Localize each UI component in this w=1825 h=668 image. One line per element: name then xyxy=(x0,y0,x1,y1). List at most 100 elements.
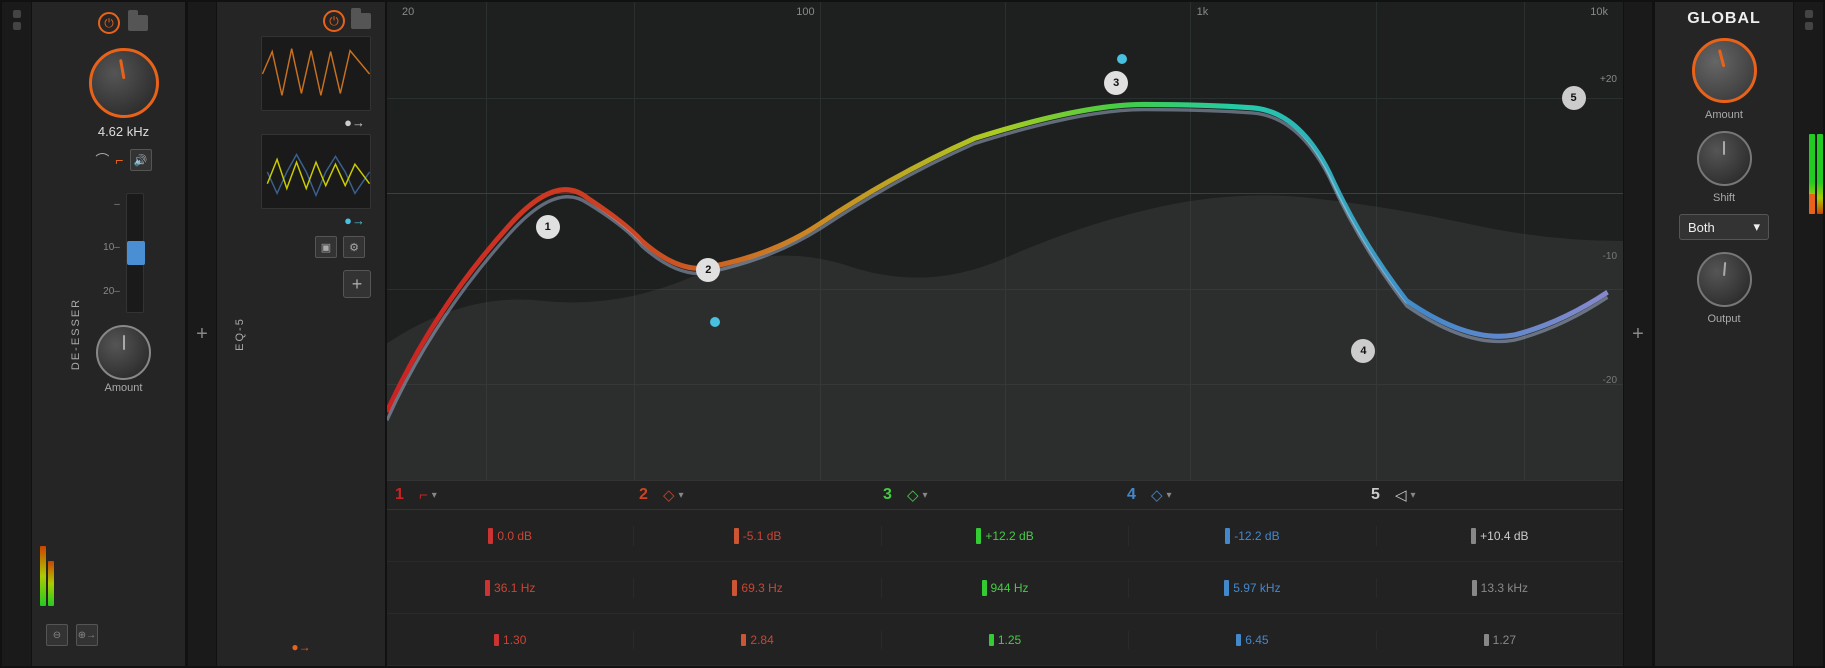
band-node-5[interactable]: 5 xyxy=(1562,86,1586,110)
global-amount-knob[interactable] xyxy=(1692,38,1757,103)
band-1-q-val[interactable]: 1.30 xyxy=(503,633,526,647)
band-5-q-cell: 1.27 xyxy=(1377,631,1623,649)
settings-icon: ⚙ xyxy=(349,241,359,254)
band-3-freq-ind xyxy=(982,580,987,596)
band-3-shape[interactable]: ◇ xyxy=(907,486,919,504)
eq5-power-button[interactable]: ⏻ xyxy=(323,10,345,32)
both-label: Both xyxy=(1688,220,1715,235)
global-vu-meters xyxy=(1809,134,1823,214)
filter-shelf-icon[interactable]: ⌒ xyxy=(95,150,109,170)
eq5-display-btn[interactable]: ▣ xyxy=(315,236,337,258)
band-1-shape[interactable]: ⌐ xyxy=(419,487,428,504)
eq-main-display: 20 100 1k 10k +20 -10 -20 xyxy=(387,2,1623,666)
add-button-1[interactable]: + xyxy=(196,324,208,344)
filter-sharp-icon[interactable]: ⌐ xyxy=(115,152,123,168)
band-4-num: 4 xyxy=(1127,486,1147,504)
deesser-fader-thumb[interactable] xyxy=(127,241,145,265)
band-5-q-val[interactable]: 1.27 xyxy=(1493,633,1516,647)
global-both-dropdown[interactable]: Both ▾ xyxy=(1679,214,1769,240)
deesser-fader-track[interactable] xyxy=(126,193,144,313)
deesser-io-2[interactable]: ⊕→ xyxy=(76,624,98,646)
band-4-q-ind xyxy=(1236,634,1241,646)
band-1-freq-ind xyxy=(485,580,490,596)
speaker-icon: 🔊 xyxy=(134,154,148,167)
band-3-gain-val[interactable]: +12.2 dB xyxy=(985,529,1033,543)
band-4-gain-ind xyxy=(1225,528,1230,544)
band-5-q-ind xyxy=(1484,634,1489,646)
band-node-1[interactable]: 1 xyxy=(536,215,560,239)
band-4-gain-val[interactable]: -12.2 dB xyxy=(1234,529,1279,543)
band-1-gain-val[interactable]: 0.0 dB xyxy=(497,529,532,543)
add-strip-1: + xyxy=(187,2,217,666)
global-shift-knob-indicator xyxy=(1723,141,1725,155)
band-2-freq-val[interactable]: 69.3 Hz xyxy=(741,581,782,595)
band-2-q-val[interactable]: 2.84 xyxy=(750,633,773,647)
global-output-knob-indicator xyxy=(1723,262,1726,276)
add-strip-2: + xyxy=(1623,2,1653,666)
main-container: ⏻ 4.62 kHz ⌒ ⌐ 🔊 – 10– 20– xyxy=(0,0,1825,668)
band-4-dropdown[interactable]: ▾ xyxy=(1167,490,1181,501)
band-3-q-val[interactable]: 1.25 xyxy=(998,633,1021,647)
band-2-shape[interactable]: ◇ xyxy=(663,486,675,504)
global-output-knob[interactable] xyxy=(1697,252,1752,307)
band-5-gain-val[interactable]: +10.4 dB xyxy=(1480,529,1528,543)
deesser-panel: ⏻ 4.62 kHz ⌒ ⌐ 🔊 – 10– 20– xyxy=(32,2,187,666)
band-2-q-ind xyxy=(741,634,746,646)
band-5-freq-ind xyxy=(1472,580,1477,596)
band-node-3[interactable]: 3 xyxy=(1104,71,1128,95)
deesser-vu-meter xyxy=(40,526,54,606)
band-3-q-cell: 1.25 xyxy=(882,631,1129,649)
band-2-gain-val[interactable]: -5.1 dB xyxy=(743,529,782,543)
deesser-amount-knob[interactable] xyxy=(96,325,151,380)
deesser-io-1[interactable]: ⊖ xyxy=(46,624,68,646)
eq5-folder-icon[interactable] xyxy=(351,13,371,29)
deesser-frequency-knob[interactable] xyxy=(89,48,159,118)
band-4-freq-cell: 5.97 kHz xyxy=(1129,578,1376,598)
eq5-add-band-button[interactable]: + xyxy=(343,270,371,298)
display-icon: ▣ xyxy=(321,241,331,254)
eq-band-header-row: 1 ⌐ ▾ 2 ◇ ▾ 3 ◇ ▾ 4 xyxy=(387,481,1623,510)
band-1-dropdown[interactable]: ▾ xyxy=(432,490,446,501)
eq-controls: 1 ⌐ ▾ 2 ◇ ▾ 3 ◇ ▾ 4 xyxy=(387,481,1623,666)
band-4-q-val[interactable]: 6.45 xyxy=(1245,633,1268,647)
vu-meter-global-2 xyxy=(1817,134,1823,214)
band-node-2[interactable]: 2 xyxy=(696,258,720,282)
deesser-folder-icon[interactable] xyxy=(128,15,148,31)
deesser-fader-labels: – 10– 20– xyxy=(103,183,120,313)
deesser-mute-button[interactable]: 🔊 xyxy=(130,149,152,171)
right-strip xyxy=(1793,2,1823,666)
band-3-dropdown[interactable]: ▾ xyxy=(923,490,937,501)
eq5-power-icon: ⏻ xyxy=(329,14,339,29)
global-title: GLOBAL xyxy=(1687,10,1761,28)
global-amount-label: Amount xyxy=(1705,109,1743,121)
deesser-label: DE-ESSER xyxy=(70,298,82,370)
band-5-freq-val[interactable]: 13.3 kHz xyxy=(1481,581,1528,595)
band-3-gain-ind xyxy=(976,528,981,544)
band-5-shape[interactable]: ◁ xyxy=(1395,486,1407,504)
band-2-num: 2 xyxy=(639,486,659,504)
band-1-freq-cell: 36.1 Hz xyxy=(387,578,634,598)
left-dot-2 xyxy=(13,22,21,30)
band-2-freq-ind xyxy=(732,580,737,596)
band-5-freq-cell: 13.3 kHz xyxy=(1377,578,1623,598)
deesser-frequency-display: 4.62 kHz xyxy=(98,124,149,139)
power-icon: ⏻ xyxy=(104,16,114,31)
band-node-4[interactable]: 4 xyxy=(1351,339,1375,363)
band-5-gain-cell: +10.4 dB xyxy=(1377,526,1623,546)
band-node-3-dot xyxy=(1117,54,1127,64)
band-1-freq-val[interactable]: 36.1 Hz xyxy=(494,581,535,595)
left-strip xyxy=(2,2,32,666)
eq-band-col-4: 4 ◇ ▾ xyxy=(1127,486,1371,504)
add-button-2[interactable]: + xyxy=(1632,324,1644,344)
band-2-dropdown[interactable]: ▾ xyxy=(679,490,693,501)
band-3-freq-val[interactable]: 944 Hz xyxy=(991,581,1029,595)
band-5-dropdown[interactable]: ▾ xyxy=(1411,490,1425,501)
eq5-label: EQ-5 xyxy=(234,317,246,351)
eq-graph: 20 100 1k 10k +20 -10 -20 xyxy=(387,2,1623,481)
global-shift-knob[interactable] xyxy=(1697,131,1752,186)
eq-curve-svg xyxy=(387,2,1623,480)
band-4-shape[interactable]: ◇ xyxy=(1151,486,1163,504)
deesser-power-button[interactable]: ⏻ xyxy=(98,12,120,34)
band-4-freq-val[interactable]: 5.97 kHz xyxy=(1233,581,1280,595)
eq5-settings-btn[interactable]: ⚙ xyxy=(343,236,365,258)
